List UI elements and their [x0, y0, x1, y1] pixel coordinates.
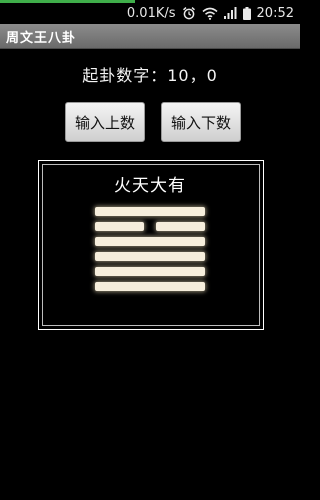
status-indicators: 0.01K/s 20:52	[127, 4, 294, 22]
hexagram-name: 火天大有	[114, 176, 186, 196]
yang-line	[95, 237, 205, 246]
app-screen: 0.01K/s 20:52 周文王八卦 起卦数字：10，0 输入上数 输入下数 …	[0, 0, 300, 500]
yang-line-segment	[95, 267, 205, 276]
yin-line-segment	[95, 222, 144, 231]
input-upper-number-button[interactable]: 输入上数	[65, 102, 145, 142]
yin-line	[95, 222, 205, 231]
seed-numbers-label: 起卦数字：10，0	[82, 66, 218, 85]
yang-line-segment	[95, 237, 205, 246]
status-bar: 0.01K/s 20:52	[0, 0, 300, 24]
status-progress-bar	[0, 0, 135, 3]
alarm-clock-icon	[182, 6, 196, 20]
yang-line-segment	[95, 282, 205, 291]
battery-icon	[242, 6, 251, 20]
wifi-icon	[202, 7, 218, 20]
yang-line	[95, 267, 205, 276]
yang-line	[95, 282, 205, 291]
clock-time: 20:52	[256, 5, 294, 21]
network-speed: 0.01K/s	[126, 5, 176, 21]
signal-icon	[223, 7, 237, 19]
yang-line	[95, 252, 205, 261]
app-title-bar: 周文王八卦	[0, 24, 300, 49]
yang-line-segment	[95, 252, 205, 261]
yang-line-segment	[95, 207, 205, 216]
input-lower-number-button[interactable]: 输入下数	[161, 102, 241, 142]
app-title: 周文王八卦	[6, 31, 77, 46]
yang-line	[95, 207, 205, 216]
hexagram-lines	[95, 207, 205, 297]
yin-line-segment	[156, 222, 205, 231]
